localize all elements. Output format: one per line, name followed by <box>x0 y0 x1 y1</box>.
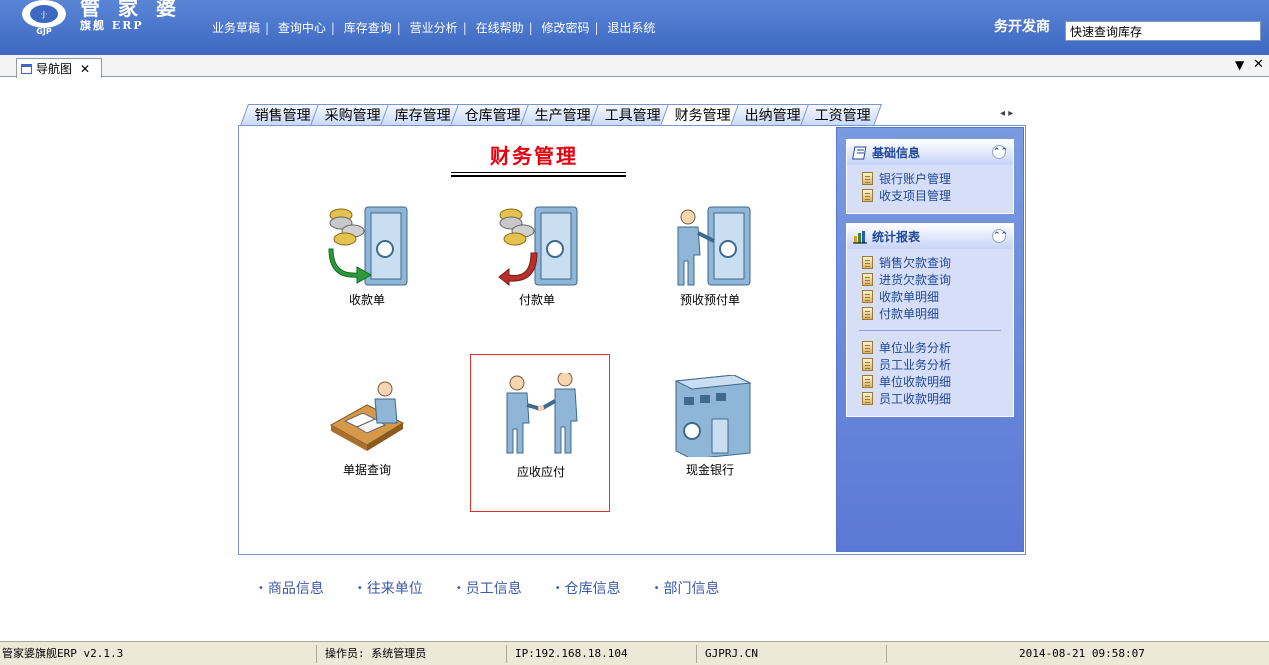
basic-info-title: 基础信息 <box>872 146 921 160</box>
prepay-function[interactable]: 预收预付单 <box>640 205 780 325</box>
top-navigation: 业务草稿 | 查询中心 | 库存查询 | 营业分析 | 在线帮助 | 修改密码 | 退出系统 <box>212 21 656 35</box>
collapse-basic-icon[interactable]: ⌃⌃ <box>992 145 1008 159</box>
notebook-icon <box>852 146 867 159</box>
status-site: GJPRJ.CN <box>696 645 758 663</box>
tab-tools[interactable]: 工具管理 <box>590 104 673 126</box>
link-warehouse-info[interactable]: • 仓库信息 <box>555 578 621 598</box>
window-icon <box>21 63 32 74</box>
clipboard-icon <box>862 392 873 405</box>
tab-inventory[interactable]: 库存管理 <box>380 104 463 126</box>
receipt-function[interactable]: 收款单 <box>297 205 437 325</box>
prepay-label: 预收预付单 <box>679 293 740 307</box>
nav-online-help[interactable]: 在线帮助 <box>476 21 524 35</box>
basic-info-links: • 商品信息 • 往来单位 • 员工信息 • 仓库信息 • 部门信息 <box>258 578 753 598</box>
link-staff-receipt-detail[interactable]: 员工收款明细 <box>847 390 1013 407</box>
link-purchase-arrears[interactable]: 进货欠款查询 <box>847 271 1013 288</box>
tab-close-icon[interactable]: ✕ <box>80 62 90 76</box>
clipboard-icon <box>862 172 873 185</box>
nav-business-draft[interactable]: 业务草稿 <box>212 21 260 35</box>
prepay-safe-icon <box>677 206 751 286</box>
handshake-icon <box>506 373 578 454</box>
link-receipt-detail[interactable]: 收款单明细 <box>847 288 1013 305</box>
document-query-icon <box>329 381 405 451</box>
close-all-tabs-icon[interactable]: ✕ <box>1253 57 1264 72</box>
document-query-label: 单据查询 <box>342 463 391 477</box>
tab-label: 导航图 <box>36 62 73 76</box>
document-tab-strip: 导航图 ✕ ▼ ✕ <box>0 55 1269 78</box>
company-name: 务开发商 <box>994 19 1050 35</box>
payment-label: 付款单 <box>518 293 555 307</box>
link-unit-receipt-detail[interactable]: 单位收款明细 <box>847 373 1013 390</box>
app-header: ·J· GJP 管家婆 旗舰 ERP 业务草稿 | 查询中心 | 库存查询 | 营业分… <box>0 0 1269 55</box>
reports-header[interactable]: 统计报表 ⌃⌃ <box>847 224 1013 249</box>
sidebar-divider <box>859 330 1001 331</box>
nav-exit-system[interactable]: 退出系统 <box>607 21 655 35</box>
clipboard-icon <box>862 358 873 371</box>
status-operator: 操作员: 系统管理员 <box>316 645 426 663</box>
brand-subtitle: 旗舰 ERP <box>80 19 144 32</box>
title-underline-thick <box>451 175 626 177</box>
link-income-expense-items[interactable]: 收支项目管理 <box>847 187 1013 204</box>
tab-warehouse[interactable]: 仓库管理 <box>450 104 533 126</box>
tab-cashier[interactable]: 出纳管理 <box>730 104 813 126</box>
clipboard-icon <box>862 189 873 202</box>
logo-text: GJP <box>36 27 52 36</box>
tab-sales[interactable]: 销售管理 <box>240 104 323 126</box>
document-query-function[interactable]: 单据查询 <box>297 375 437 495</box>
receivable-payable-function[interactable]: 应收应付 <box>470 354 610 512</box>
link-contacts[interactable]: • 往来单位 <box>357 578 423 598</box>
quick-search-input[interactable] <box>1065 21 1261 41</box>
tab-navigation-map[interactable]: 导航图 ✕ <box>16 58 102 78</box>
clipboard-icon <box>862 341 873 354</box>
tab-purchase[interactable]: 采购管理 <box>310 104 393 126</box>
cash-bank-function[interactable]: 现金银行 <box>640 375 780 495</box>
payment-safe-icon <box>498 206 578 287</box>
link-unit-business-analysis[interactable]: 单位业务分析 <box>847 339 1013 356</box>
bar-chart-icon <box>853 230 867 243</box>
module-tab-bar: 销售管理 采购管理 库存管理 仓库管理 生产管理 工具管理 财务管理 出纳管理 … <box>240 104 883 126</box>
clipboard-icon <box>862 307 873 320</box>
status-ip: IP:192.168.18.104 <box>506 645 628 663</box>
gjp-logo-icon: ·J· GJP <box>22 0 66 36</box>
link-staff-info[interactable]: • 员工信息 <box>456 578 522 598</box>
clipboard-icon <box>862 290 873 303</box>
tab-scroll-arrows[interactable]: ◂ ▸ <box>1000 108 1013 119</box>
tab-list-dropdown-icon[interactable]: ▼ <box>1235 58 1244 72</box>
receipt-label: 收款单 <box>348 293 385 307</box>
receivable-payable-label: 应收应付 <box>516 465 565 479</box>
nav-business-analysis[interactable]: 营业分析 <box>410 21 458 35</box>
link-product-info[interactable]: • 商品信息 <box>258 578 324 598</box>
status-bar: 管家婆旗舰ERP v2.1.3 操作员: 系统管理员 IP:192.168.18… <box>0 641 1269 665</box>
tab-payroll[interactable]: 工资管理 <box>800 104 883 126</box>
receipt-safe-icon <box>328 206 408 286</box>
status-version: 管家婆旗舰ERP v2.1.3 <box>2 647 124 660</box>
clipboard-icon <box>862 273 873 286</box>
reports-title: 统计报表 <box>872 230 921 244</box>
reports-group: 统计报表 ⌃⌃ 销售欠款查询 进货欠款查询 收款单明细 付款单明细 单位业务分析… <box>846 223 1014 417</box>
basic-info-group: 基础信息 ⌃⌃ 银行账户管理 收支项目管理 <box>846 139 1014 214</box>
link-staff-business-analysis[interactable]: 员工业务分析 <box>847 356 1013 373</box>
svg-text:·J·: ·J· <box>40 10 47 19</box>
page-title: 财务管理 <box>490 144 578 168</box>
collapse-reports-icon[interactable]: ⌃⌃ <box>992 229 1008 243</box>
link-bank-account[interactable]: 银行账户管理 <box>847 170 1013 187</box>
link-department-info[interactable]: • 部门信息 <box>654 578 720 598</box>
payment-function[interactable]: 付款单 <box>467 205 607 325</box>
nav-change-password[interactable]: 修改密码 <box>541 21 589 35</box>
tab-production[interactable]: 生产管理 <box>520 104 603 126</box>
basic-info-header[interactable]: 基础信息 ⌃⌃ <box>847 140 1013 165</box>
title-underline <box>451 172 626 173</box>
bank-building-icon <box>674 375 752 457</box>
cash-bank-label: 现金银行 <box>685 463 734 477</box>
link-payment-detail[interactable]: 付款单明细 <box>847 305 1013 322</box>
nav-stock-query[interactable]: 库存查询 <box>344 21 392 35</box>
clipboard-icon <box>862 375 873 388</box>
status-datetime: 2014-08-21 09:58:07 <box>886 645 1269 663</box>
nav-query-center[interactable]: 查询中心 <box>278 21 326 35</box>
link-sales-arrears[interactable]: 销售欠款查询 <box>847 254 1013 271</box>
tab-finance[interactable]: 财务管理 <box>660 104 743 126</box>
clipboard-icon <box>862 256 873 269</box>
right-sidebar: 基础信息 ⌃⌃ 银行账户管理 收支项目管理 统计报表 ⌃⌃ 销售欠款查询 进货欠… <box>836 127 1024 552</box>
